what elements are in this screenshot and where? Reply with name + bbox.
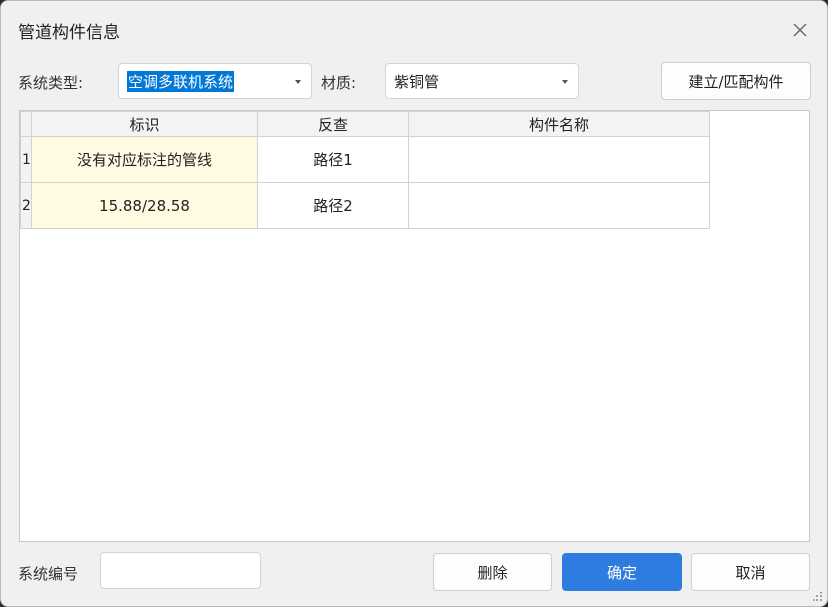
material-select[interactable]: 紫铜管 — [385, 63, 579, 99]
system-type-label: 系统类型: — [18, 74, 84, 92]
system-type-value: 空调多联机系统 — [127, 71, 235, 92]
table-row[interactable]: 2 15.88/28.58 路径2 — [20, 182, 710, 229]
cell-lookup[interactable]: 路径2 — [257, 182, 409, 229]
corner-cell — [20, 111, 32, 137]
cell-component-name[interactable] — [408, 136, 710, 183]
cell-ident[interactable]: 15.88/28.58 — [31, 182, 258, 229]
dialog-title: 管道构件信息 — [18, 23, 120, 43]
chevron-down-icon — [295, 80, 301, 84]
cell-component-name[interactable] — [408, 182, 710, 229]
close-icon — [793, 23, 807, 37]
component-table: 标识 反查 构件名称 1 没有对应标注的管线 路径1 2 15.88/28.58… — [20, 111, 710, 229]
column-header-lookup[interactable]: 反查 — [257, 111, 409, 137]
material-label: 材质: — [321, 74, 357, 92]
cell-ident[interactable]: 没有对应标注的管线 — [31, 136, 258, 183]
material-value: 紫铜管 — [394, 73, 440, 91]
table-header-row: 标识 反查 构件名称 — [20, 111, 710, 137]
resize-grip-icon[interactable] — [813, 592, 823, 602]
column-header-ident[interactable]: 标识 — [31, 111, 258, 137]
row-number[interactable]: 2 — [20, 182, 32, 229]
ok-button[interactable]: 确定 — [562, 553, 682, 591]
component-grid: 标识 反查 构件名称 1 没有对应标注的管线 路径1 2 15.88/28.58… — [19, 110, 810, 542]
system-no-label: 系统编号 — [18, 565, 79, 583]
column-header-component-name[interactable]: 构件名称 — [408, 111, 710, 137]
cell-lookup[interactable]: 路径1 — [257, 136, 409, 183]
cancel-button[interactable]: 取消 — [691, 553, 810, 591]
delete-button[interactable]: 删除 — [433, 553, 552, 591]
system-type-select[interactable]: 空调多联机系统 — [118, 63, 312, 99]
close-button[interactable] — [787, 17, 813, 43]
table-row[interactable]: 1 没有对应标注的管线 路径1 — [20, 136, 710, 183]
chevron-down-icon — [562, 80, 568, 84]
build-match-button[interactable]: 建立/匹配构件 — [661, 62, 811, 100]
system-no-input[interactable] — [100, 552, 261, 589]
pipe-component-dialog: 管道构件信息 系统类型: 空调多联机系统 材质: 紫铜管 建立/匹配构件 标识 … — [0, 0, 828, 607]
row-number[interactable]: 1 — [20, 136, 32, 183]
